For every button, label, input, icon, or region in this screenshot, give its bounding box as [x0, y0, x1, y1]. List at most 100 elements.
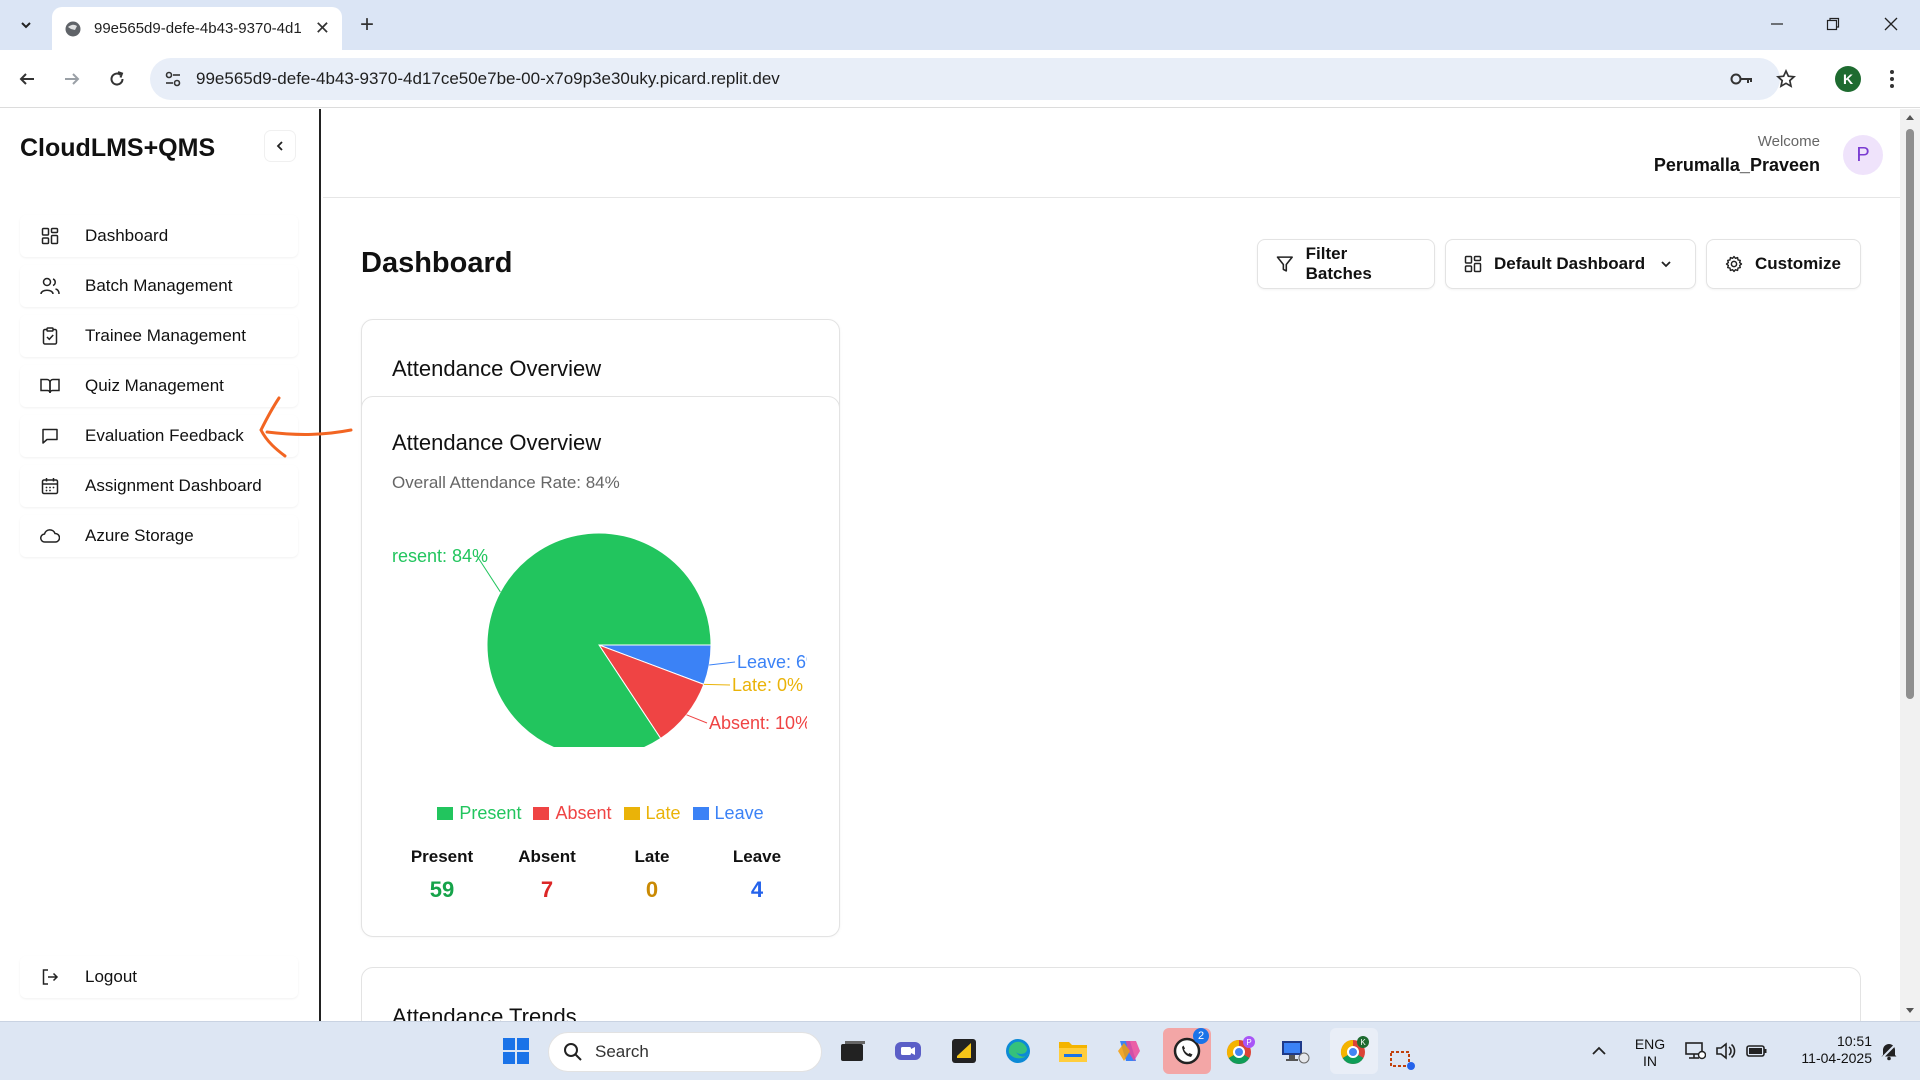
layout-grid-icon [1464, 255, 1482, 273]
close-window-button[interactable] [1866, 8, 1916, 40]
close-tab-icon[interactable]: ✕ [315, 18, 330, 39]
clock-time: 10:51 [1836, 1033, 1872, 1049]
attendance-overview-widget: Attendance Overview Attendance Overview … [361, 319, 840, 937]
customize-button[interactable]: Customize [1706, 239, 1861, 289]
sidebar-item-trainee-management[interactable]: Trainee Management [20, 315, 298, 357]
back-button[interactable] [12, 64, 42, 94]
task-view-icon[interactable] [835, 1033, 871, 1069]
edge-browser-icon[interactable] [1000, 1033, 1036, 1069]
sidebar-item-label: Batch Management [85, 276, 233, 295]
chevron-left-icon [276, 141, 283, 151]
region-code: IN [1643, 1053, 1657, 1069]
network-icon[interactable] [1680, 1033, 1710, 1069]
stat-label: Absent [518, 847, 576, 866]
sidebar-item-dashboard[interactable]: Dashboard [20, 215, 298, 257]
scrollbar-thumb[interactable] [1906, 129, 1914, 699]
logout-label: Logout [85, 967, 137, 986]
page-scrollbar[interactable] [1900, 109, 1920, 1021]
stat-label: Late [634, 847, 670, 866]
site-settings-icon[interactable] [164, 70, 182, 88]
sidebar-item-assignment-dashboard[interactable]: Assignment Dashboard [20, 465, 298, 507]
chevron-down-icon [21, 22, 31, 29]
browser-menu-icon[interactable] [1882, 66, 1902, 92]
scroll-up-arrow-icon[interactable] [1905, 113, 1915, 121]
scroll-down-arrow-icon[interactable] [1905, 1007, 1915, 1015]
svg-text:P: P [1246, 1038, 1251, 1047]
stat-late: Late 0 [602, 847, 702, 903]
filter-icon [1276, 256, 1293, 272]
legend-late[interactable]: Late [623, 803, 681, 824]
stat-present: Present 59 [392, 847, 492, 903]
restore-icon [1826, 17, 1840, 31]
grid-icon [40, 226, 60, 246]
reload-button[interactable] [102, 64, 132, 94]
cloud-icon [40, 526, 60, 546]
minimize-button[interactable] [1752, 8, 1802, 40]
svg-text:K: K [1360, 1038, 1366, 1047]
whatsapp-icon[interactable]: 2 [1163, 1028, 1211, 1074]
page-title: Dashboard [361, 247, 513, 279]
forward-button[interactable] [57, 64, 87, 94]
show-hidden-icons-chevron[interactable] [1584, 1033, 1614, 1069]
remote-desktop-icon[interactable] [1277, 1033, 1313, 1069]
search-icon [564, 1043, 582, 1061]
clock-date: 11-04-2025 [1801, 1050, 1872, 1066]
snipping-tool-icon[interactable] [1388, 1046, 1418, 1074]
chrome-profile-k-icon[interactable]: K [1330, 1028, 1378, 1074]
password-key-icon[interactable] [1730, 58, 1754, 100]
sidebar-item-batch-management[interactable]: Batch Management [20, 265, 298, 307]
restore-button[interactable] [1808, 8, 1858, 40]
legend-present[interactable]: Present [437, 803, 521, 824]
stat-value: 4 [750, 877, 764, 902]
battery-icon[interactable] [1742, 1033, 1772, 1069]
globe-icon [65, 21, 81, 36]
input-language-indicator[interactable]: ENG IN [1630, 1036, 1670, 1070]
close-icon [1884, 17, 1898, 31]
collapse-sidebar-button[interactable] [265, 131, 295, 161]
widget-title: Attendance Overview [392, 356, 602, 381]
sidebar: CloudLMS+QMS Dashboard Batch Management … [0, 109, 321, 1021]
dashboard-select-value: Default Dashboard [1494, 254, 1646, 273]
url-text: 99e565d9-defe-4b43-9370-4d17ce50e7be-00-… [196, 69, 780, 88]
browser-profile-avatar[interactable]: K [1835, 66, 1861, 92]
filter-batches-button[interactable]: Filter Batches [1257, 239, 1435, 289]
taskbar-search-box[interactable]: Search [548, 1032, 822, 1072]
omnibox[interactable]: 99e565d9-defe-4b43-9370-4d17ce50e7be-00-… [150, 58, 1796, 100]
browser-tab[interactable]: 99e565d9-defe-4b43-9370-4d1 ✕ [52, 7, 342, 50]
sidebar-item-label: Quiz Management [85, 376, 224, 395]
windows-taskbar: Search 2 P K ENG IN 10:51 11-04-2025 [0, 1021, 1920, 1080]
taskbar-clock[interactable]: 10:51 11-04-2025 [1782, 1033, 1872, 1067]
arrow-left-icon [19, 73, 34, 85]
sticky-notes-icon[interactable] [946, 1033, 982, 1069]
stat-leave: Leave 4 [707, 847, 807, 903]
volume-icon[interactable] [1711, 1033, 1741, 1069]
notification-bell-icon[interactable] [1874, 1033, 1904, 1069]
attendance-overview-card: Attendance Overview Overall Attendance R… [361, 396, 840, 937]
copilot-icon[interactable] [1110, 1033, 1146, 1069]
welcome-text: Welcome [1757, 133, 1820, 150]
new-tab-button[interactable]: + [352, 10, 382, 40]
dashboard-select[interactable]: Default Dashboard [1445, 239, 1696, 289]
book-open-icon [40, 376, 60, 396]
leader-line-leave [709, 661, 736, 666]
teams-meet-icon[interactable] [890, 1033, 926, 1069]
stat-label: Present [410, 847, 474, 866]
sidebar-item-label: Evaluation Feedback [85, 426, 244, 445]
user-avatar[interactable]: P [1843, 135, 1883, 175]
filter-batches-label: Filter Batches [1305, 244, 1372, 283]
chevron-down-icon [1661, 261, 1671, 268]
tab-search-button[interactable] [11, 12, 41, 38]
bookmark-star-icon[interactable] [1776, 58, 1796, 100]
windows-start-icon[interactable] [498, 1033, 534, 1069]
chrome-profile-p-icon[interactable]: P [1222, 1033, 1258, 1069]
whatsapp-badge: 2 [1193, 1028, 1209, 1044]
minimize-icon [1771, 23, 1783, 25]
legend-absent[interactable]: Absent [533, 803, 612, 824]
stat-label: Leave [732, 847, 782, 866]
overall-attendance-rate: Overall Attendance Rate: 84% [392, 473, 620, 492]
attendance-stats: Present 59 Absent 7 Late 0 Leave 4 [392, 847, 807, 903]
sidebar-item-azure-storage[interactable]: Azure Storage [20, 515, 298, 557]
logout-button[interactable]: Logout [20, 956, 298, 998]
legend-leave[interactable]: Leave [692, 803, 764, 824]
file-explorer-icon[interactable] [1055, 1033, 1091, 1069]
